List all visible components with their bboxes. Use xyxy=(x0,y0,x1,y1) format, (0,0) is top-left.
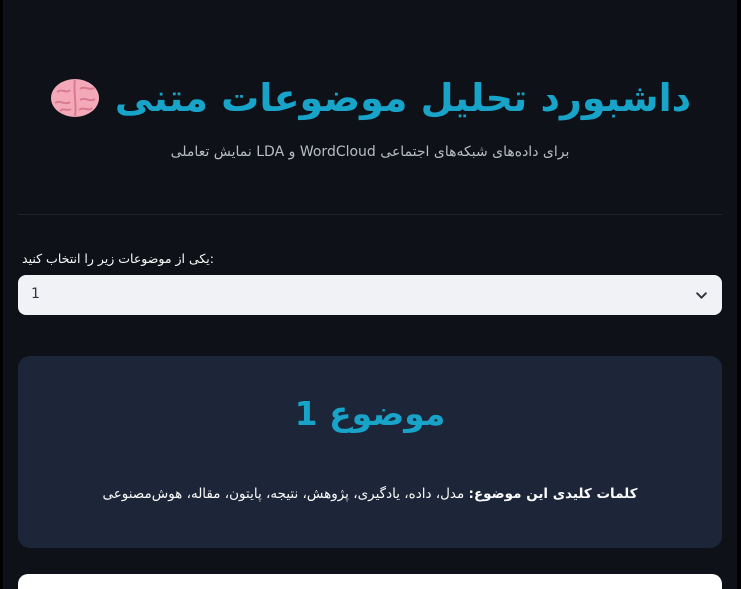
page-title: داشبورد تحلیل موضوعات متنی xyxy=(114,76,692,120)
keywords-list: مدل، داده، یادگیری، پژوهش، نتیجه، پایتون… xyxy=(102,486,465,502)
header-divider xyxy=(18,214,722,215)
chevron-down-icon[interactable] xyxy=(695,289,708,302)
brain-icon xyxy=(50,79,99,117)
page-subtitle: برای داده‌های شبکه‌های اجتماعی WordCloud… xyxy=(170,144,570,160)
topic-select[interactable]: 1 xyxy=(18,275,722,315)
topic-select-label: :یکی از موضوعات زیر را انتخاب کنید xyxy=(22,251,214,266)
left-edge xyxy=(0,0,3,589)
right-edge xyxy=(737,0,741,589)
page-header: داشبورد تحلیل موضوعات متنی xyxy=(18,66,722,130)
wordcloud-panel xyxy=(18,574,722,589)
keywords-label: کلمات کلیدی این موضوع: xyxy=(468,486,638,502)
topic-keywords: کلمات کلیدی این موضوع: مدل، داده، یادگیر… xyxy=(18,486,722,502)
topic-title: موضوع 1 xyxy=(294,394,446,433)
topic-card: موضوع 1 کلمات کلیدی این موضوع: مدل، داده… xyxy=(18,356,722,548)
topic-select-value: 1 xyxy=(31,286,40,302)
